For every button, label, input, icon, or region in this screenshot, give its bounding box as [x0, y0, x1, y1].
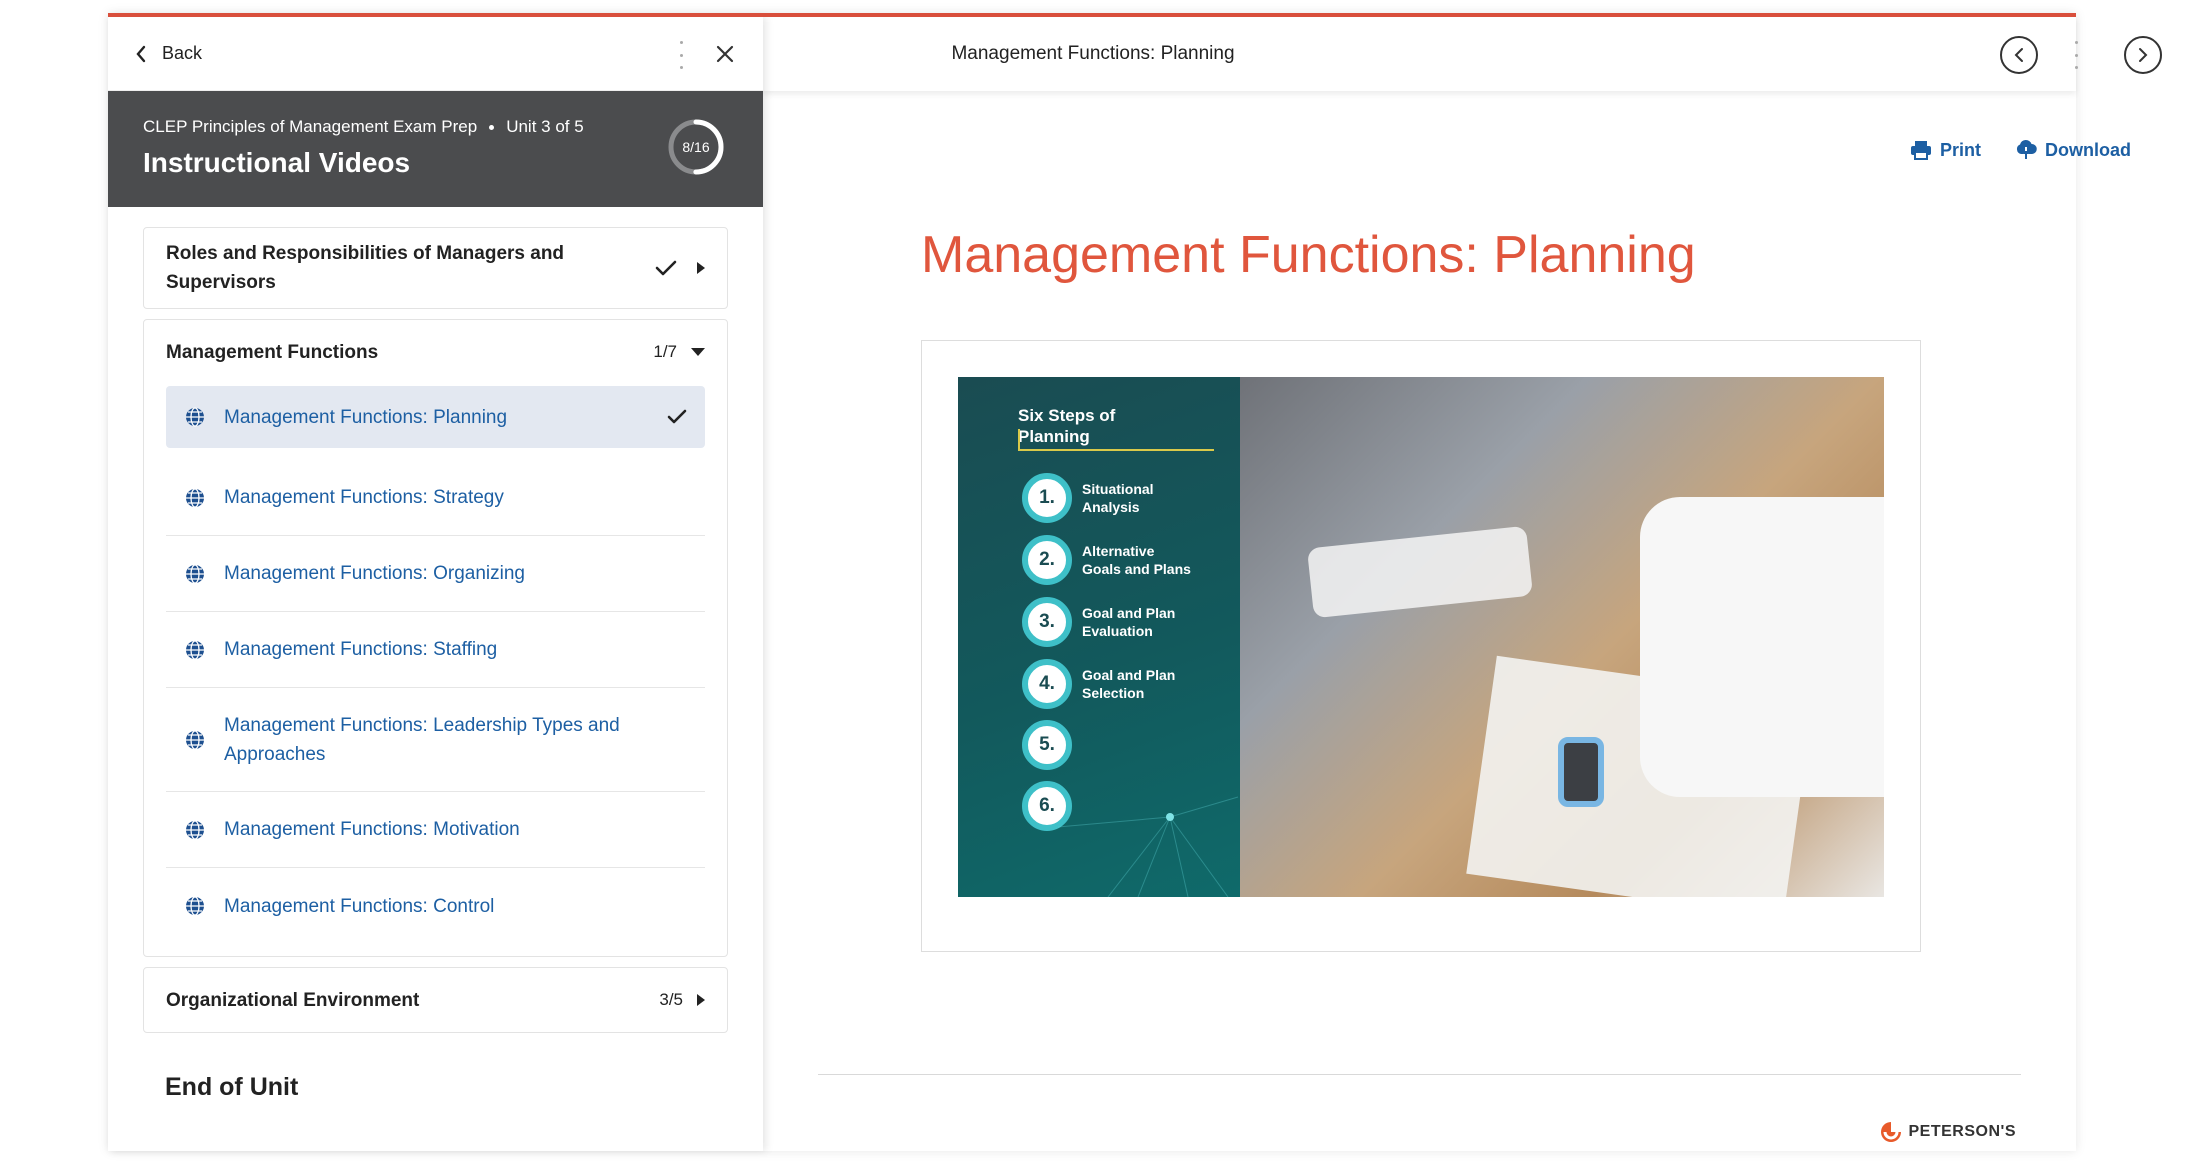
- footer-divider: [818, 1074, 2021, 1075]
- lesson-item-staffing[interactable]: Management Functions: Staffing: [166, 612, 705, 688]
- lesson-item-strategy[interactable]: Management Functions: Strategy: [166, 460, 705, 536]
- section-card: Organizational Environment 3/5: [143, 967, 728, 1033]
- course-sidebar: Back CLEP Principles of Management Exam …: [108, 17, 763, 1151]
- lesson-title: Management Functions: Organizing: [224, 563, 525, 584]
- lesson-item-organizing[interactable]: Management Functions: Organizing: [166, 536, 705, 612]
- lesson-title: Management Functions: Planning: [224, 406, 508, 428]
- course-breadcrumb: CLEP Principles of Management Exam Prep …: [143, 117, 728, 137]
- section-count: 3/5: [659, 990, 683, 1009]
- print-label: Print: [1940, 139, 1982, 160]
- caret-right-icon: [697, 262, 705, 274]
- caret-right-icon: [697, 994, 705, 1006]
- section-title: Organizational Environment: [166, 989, 420, 1011]
- step-label: Alternative Goals and Plans: [1082, 543, 1191, 577]
- lesson-title: Management Functions: Motivation: [224, 819, 520, 840]
- section-card: Management Functions 1/7 Management Func…: [143, 319, 728, 957]
- decorative-network-graphic: [1057, 796, 1239, 897]
- lesson-list: Management Functions: Planning Managemen…: [144, 386, 727, 956]
- app-window: Back CLEP Principles of Management Exam …: [108, 13, 2162, 1151]
- brand-logo: PETERSON'S: [1879, 1120, 2017, 1144]
- video-still-image: [1240, 377, 1884, 897]
- lesson-item-leadership[interactable]: Management Functions: Leadership Types a…: [166, 688, 705, 792]
- content-pane: Management Functions: Planning Print Dow…: [763, 17, 2162, 1151]
- progress-ring: 8/16: [666, 117, 726, 177]
- globe-icon: [186, 407, 204, 427]
- previous-button[interactable]: [2000, 36, 2038, 74]
- step-label: Situational Analysis: [1082, 481, 1154, 515]
- section-title: Management Functions: [166, 341, 379, 363]
- content-header-title: Management Functions: Planning: [951, 43, 1235, 64]
- lesson-title: Management Functions: Staffing: [224, 639, 498, 660]
- sidebar-topbar: Back: [108, 17, 763, 91]
- slide-title: Six Steps of Planning: [1018, 405, 1115, 447]
- content-toolbar: Print Download: [1910, 139, 2131, 161]
- check-icon: [655, 260, 677, 276]
- slide-panel: Six Steps of Planning 1. Situational Anal…: [958, 377, 1240, 897]
- step-number: 2.: [1022, 535, 1072, 585]
- section-management-functions-header[interactable]: Management Functions 1/7: [144, 320, 727, 384]
- lesson-title: Management Functions: Strategy: [224, 487, 504, 508]
- check-icon: [667, 409, 687, 424]
- globe-icon: [186, 896, 204, 916]
- course-header: CLEP Principles of Management Exam Prep …: [108, 91, 763, 207]
- lesson-item-motivation[interactable]: Management Functions: Motivation: [166, 792, 705, 868]
- step-number: 1.: [1022, 473, 1072, 523]
- caret-down-icon: [691, 348, 705, 356]
- download-label: Download: [2045, 139, 2132, 160]
- lesson-title: Management Functions: Leadership Types a…: [224, 714, 620, 765]
- section-count: 1/7: [653, 342, 677, 361]
- course-name: CLEP Principles of Management Exam Prep: [143, 117, 478, 136]
- progress-label: 8/16: [682, 139, 710, 155]
- printer-icon: [1911, 141, 1931, 160]
- globe-icon: [186, 487, 204, 508]
- petersons-logo-icon: [1880, 1122, 1901, 1142]
- back-button[interactable]: Back: [134, 43, 202, 64]
- download-button[interactable]: Download: [2015, 139, 2131, 161]
- planning-step: 1. Situational Analysis: [1022, 473, 1212, 523]
- media-frame: Six Steps of Planning 1. Situational Anal…: [921, 340, 1921, 952]
- content-more-icon[interactable]: [2073, 41, 2079, 69]
- chevron-left-icon: [136, 45, 146, 62]
- end-of-unit-label: End of Unit: [165, 1073, 299, 1101]
- back-label: Back: [162, 43, 203, 63]
- section-card: Roles and Responsibilities of Managers a…: [143, 227, 728, 309]
- slide-accent-line: [1018, 449, 1214, 451]
- step-number: 3.: [1022, 597, 1072, 647]
- lesson-item-control[interactable]: Management Functions: Control: [166, 868, 705, 944]
- section-organizational-environment-header[interactable]: Organizational Environment 3/5: [144, 968, 727, 1032]
- lesson-heading: Management Functions: Planning: [921, 226, 1696, 284]
- section-list: Roles and Responsibilities of Managers a…: [108, 207, 763, 1102]
- video-player[interactable]: Six Steps of Planning 1. Situational Anal…: [958, 377, 1884, 897]
- unit-label: Unit 3 of 5: [506, 117, 584, 136]
- planning-step: 2. Alternative Goals and Plans: [1022, 535, 1212, 585]
- step-label: Goal and Plan Evaluation: [1082, 605, 1176, 639]
- cloud-download-icon: [2016, 139, 2037, 160]
- sidebar-more-icon[interactable]: [678, 41, 684, 69]
- section-title: Instructional Videos: [143, 147, 411, 178]
- next-button[interactable]: [2124, 36, 2162, 74]
- planning-step: 3. Goal and Plan Evaluation: [1022, 597, 1212, 647]
- slide-title-line: Six Steps of: [1018, 406, 1116, 425]
- globe-icon: [186, 639, 204, 660]
- section-roles-header[interactable]: Roles and Responsibilities of Managers a…: [144, 228, 727, 308]
- lesson-title: Management Functions: Control: [224, 895, 495, 917]
- separator-dot: [489, 124, 495, 130]
- chevron-right-icon: [2139, 48, 2148, 62]
- section-title: Roles and Responsibilities of Managers a…: [166, 243, 565, 293]
- globe-icon: [186, 563, 204, 584]
- brand-name: PETERSON'S: [1908, 1123, 2016, 1140]
- content-topbar: Management Functions: Planning: [763, 17, 2162, 91]
- globe-icon: [186, 729, 204, 750]
- lesson-item-planning[interactable]: Management Functions: Planning: [166, 386, 705, 448]
- chevron-left-icon: [2014, 48, 2023, 62]
- slide-accent-line: [1018, 429, 1020, 451]
- close-icon[interactable]: [711, 40, 739, 68]
- slide-title-line: Planning: [1018, 427, 1090, 446]
- print-button[interactable]: Print: [1910, 139, 1981, 161]
- globe-icon: [186, 819, 204, 840]
